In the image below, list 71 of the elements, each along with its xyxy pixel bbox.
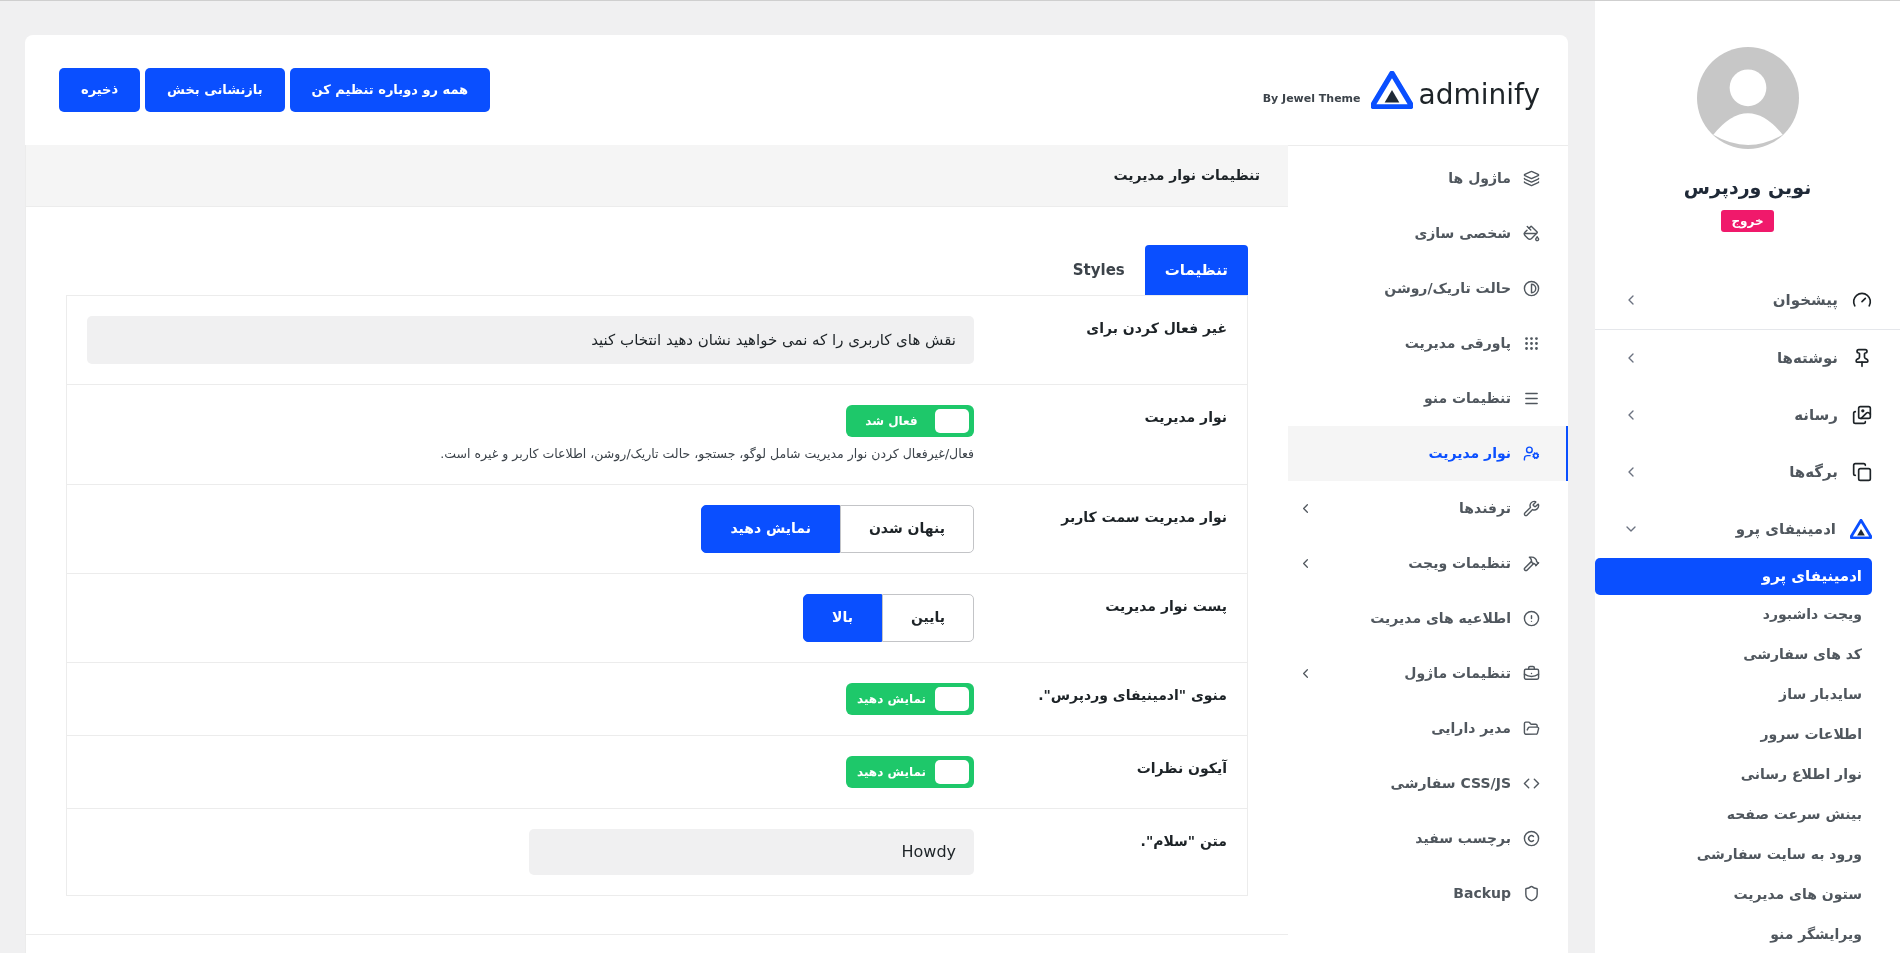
- nav-item[interactable]: ماژول ها: [1288, 151, 1568, 206]
- section-title: تنظیمات نوار مدیریت: [1113, 166, 1260, 186]
- logo-text: adminify: [1418, 81, 1540, 109]
- submenu-item[interactable]: ویرایشگر منو: [1595, 914, 1872, 953]
- shield-icon: [1523, 885, 1540, 902]
- menu-item[interactable]: رسانه: [1595, 386, 1900, 444]
- nav-item[interactable]: حالت تاریک/روشن: [1288, 261, 1568, 316]
- text-field[interactable]: Howdy: [529, 828, 974, 875]
- menu-item[interactable]: برگه‌ها: [1595, 443, 1900, 501]
- submenu-item[interactable]: اطلاعات سرور: [1595, 714, 1872, 755]
- byline: By Jewel Theme: [1262, 90, 1361, 107]
- grid-icon: [1523, 335, 1540, 352]
- logo-icon: [1850, 519, 1872, 539]
- submenu-item[interactable]: نوار اطلاع رسانی: [1595, 754, 1872, 795]
- nav-item[interactable]: تنظیمات منو: [1288, 371, 1568, 426]
- dashboard-icon: [1852, 290, 1872, 310]
- logo-icon: [1370, 71, 1413, 109]
- header-button[interactable]: همه رو دوباره تنظیم کن: [289, 68, 491, 112]
- setting-label: پست نوار مدیریت: [1105, 597, 1227, 614]
- hammer-icon: [1523, 555, 1540, 572]
- pin-icon: [1852, 348, 1872, 368]
- logout-button[interactable]: خروج: [1721, 209, 1774, 232]
- nav-item[interactable]: نوار مدیریت: [1288, 426, 1568, 481]
- submenu-item[interactable]: بینش سرعت صفحه: [1595, 794, 1872, 835]
- setting-label: نوار مدیریت: [1144, 409, 1227, 425]
- paint-bucket-icon: [1523, 225, 1540, 242]
- setting-label: غیر فعال کردن برای: [1086, 320, 1227, 336]
- nav-item[interactable]: پاورقی مدیریت: [1288, 316, 1568, 371]
- submenu-item[interactable]: ویجت داشبورد: [1595, 594, 1872, 635]
- segment-option[interactable]: نمایش دهید: [701, 504, 840, 553]
- header-button[interactable]: بازنشانی بخش: [145, 68, 285, 112]
- user-gear-icon: [1523, 445, 1540, 462]
- nav-item[interactable]: CSS/JS سفارشی: [1288, 756, 1568, 811]
- copyright-icon: [1523, 830, 1540, 847]
- nav-item[interactable]: ترفندها: [1288, 481, 1568, 536]
- nav-item[interactable]: مدیر دارایی: [1288, 701, 1568, 756]
- layers-icon: [1523, 170, 1540, 187]
- segment-option[interactable]: پنهان شدن: [839, 504, 974, 553]
- folder-icon: [1523, 720, 1540, 737]
- submenu-item[interactable]: ادمینیفای پرو: [1595, 557, 1872, 595]
- wrench-icon: [1523, 500, 1540, 517]
- nav-item[interactable]: Backup: [1288, 866, 1568, 921]
- media-icon: [1852, 405, 1872, 425]
- menu-item[interactable]: ادمینیفای پرو: [1595, 500, 1900, 558]
- nav-item[interactable]: برچسب سفید: [1288, 811, 1568, 866]
- nav-item[interactable]: تنظیمات ماژول: [1288, 646, 1568, 701]
- menu-item[interactable]: نوشته‌ها: [1595, 329, 1900, 387]
- segment-option[interactable]: پایین: [881, 593, 974, 642]
- setting-label: متن "سلام".: [1140, 832, 1227, 849]
- pages-icon: [1852, 462, 1872, 482]
- segment-option[interactable]: بالا: [802, 593, 882, 642]
- setting-label: منوی "ادمینیفای وردپرس".: [1038, 686, 1227, 703]
- contrast-icon: [1523, 280, 1540, 297]
- alert-icon: [1523, 610, 1540, 627]
- submenu-item[interactable]: سایدبار ساز: [1595, 674, 1872, 715]
- setting-label: آیکون نظرات: [1136, 759, 1227, 776]
- toolbox-icon: [1523, 665, 1540, 682]
- menu-icon: [1523, 390, 1540, 407]
- nav-item[interactable]: شخصی سازی: [1288, 206, 1568, 261]
- setting-label: نوار مدیریت سمت کاربر: [1061, 508, 1227, 525]
- setting-description: فعال/غیرفعال کردن نوار مدیریت شامل لوگو، جستجو، حالت تاریک/روشن، اطلاعات کاربر و غیره است.: [440, 445, 974, 464]
- tab[interactable]: تنظیمات: [1144, 245, 1248, 295]
- submenu-item[interactable]: کد های سفارشی: [1595, 634, 1872, 675]
- nav-item[interactable]: تنظیمات ویجت: [1288, 536, 1568, 591]
- submenu-item[interactable]: ورود به سایت سفارشی: [1595, 834, 1872, 875]
- menu-item[interactable]: پیشخوان: [1595, 271, 1900, 329]
- submenu-item[interactable]: ستون های مدیریت: [1595, 874, 1872, 915]
- roles-select-field[interactable]: نقش های کاربری را که نمی خواهید نشان دهید انتخاب کنید: [87, 316, 974, 364]
- header-button[interactable]: ذخیره: [59, 68, 141, 112]
- user-name: نوین وردپرس: [1683, 175, 1812, 201]
- nav-item[interactable]: اطلاعیه های مدیریت: [1288, 591, 1568, 646]
